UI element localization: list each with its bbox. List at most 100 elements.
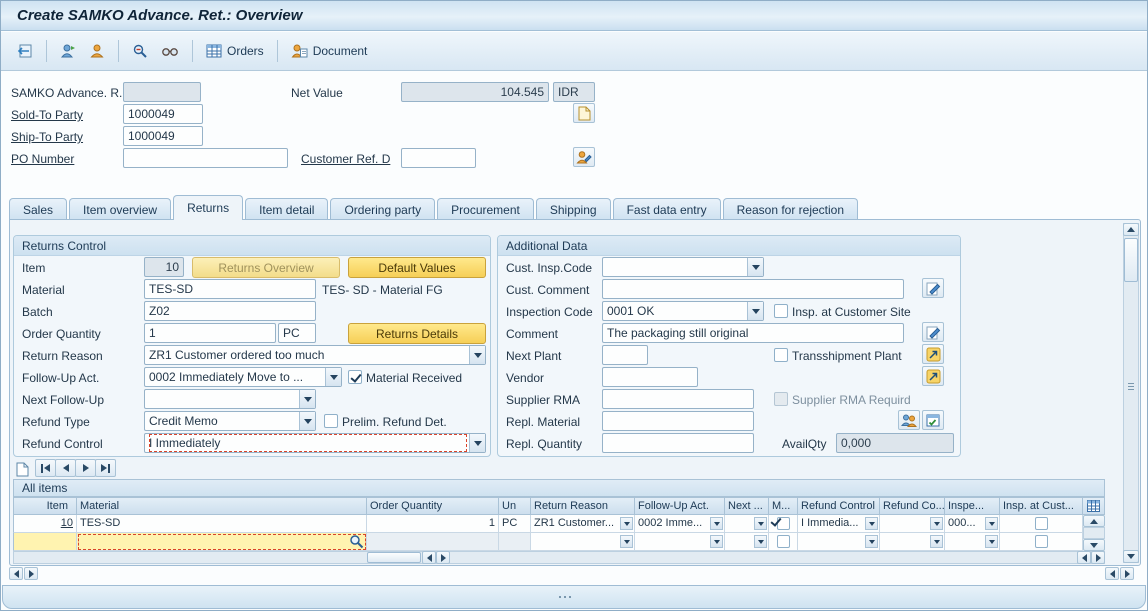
chevron-down-icon[interactable]	[620, 517, 633, 530]
material-received-row-checkbox[interactable]	[777, 535, 790, 548]
order-quantity-unit-field[interactable]: PC	[278, 323, 316, 343]
app-scroll-left-button[interactable]	[9, 567, 23, 580]
table-vscroll-track[interactable]	[1083, 527, 1105, 539]
tab-sales[interactable]: Sales	[9, 198, 67, 220]
app-scroll-right-button[interactable]	[24, 567, 38, 580]
refund-control-dropdown[interactable]: I Immediately	[144, 433, 486, 453]
tab-fast-data-entry[interactable]: Fast data entry	[613, 198, 721, 220]
tab-reason-for-rejection[interactable]: Reason for rejection	[723, 198, 858, 220]
cell-refund-control-dropdown[interactable]: I Immedia...	[798, 515, 880, 533]
order-quantity-field[interactable]: 1	[144, 323, 276, 343]
tab-item-overview[interactable]: Item overview	[69, 198, 171, 220]
table-hscroll-track[interactable]	[13, 551, 1105, 564]
panel-scroll-down-button[interactable]	[1123, 550, 1139, 563]
prelim-refund-checkbox[interactable]	[324, 414, 338, 428]
cell-next-dropdown[interactable]	[725, 533, 769, 551]
chevron-down-icon[interactable]	[930, 535, 943, 548]
table-scroll-left-button[interactable]	[422, 551, 436, 564]
cust-comment-field[interactable]	[602, 279, 904, 299]
splitter-grip[interactable]	[1124, 379, 1138, 393]
cell-return-reason-dropdown[interactable]	[531, 533, 635, 551]
column-header-follow-up[interactable]: Follow-Up Act.	[635, 497, 725, 515]
previous-item-button[interactable]	[55, 459, 76, 477]
column-header-order-quantity[interactable]: Order Quantity	[367, 497, 499, 515]
panel-vscroll-thumb[interactable]	[1124, 238, 1138, 282]
table-scroll-left-end-button[interactable]	[1077, 551, 1091, 564]
back-button[interactable]	[11, 38, 38, 64]
column-header-insp-at-cust[interactable]: Insp. at Cust...	[1000, 497, 1083, 515]
cell-refund-co-dropdown[interactable]	[880, 533, 945, 551]
returns-overview-button[interactable]: Returns Overview	[192, 257, 340, 278]
refund-type-dropdown[interactable]: Credit Memo	[144, 411, 316, 431]
partner-edit-button[interactable]	[573, 147, 595, 167]
cell-item[interactable]: 10	[13, 515, 77, 533]
column-header-m[interactable]: M...	[769, 497, 798, 515]
return-reason-dropdown[interactable]: ZR1 Customer ordered too much	[144, 345, 486, 365]
chevron-down-icon[interactable]	[469, 434, 485, 452]
next-item-button[interactable]	[75, 459, 96, 477]
chevron-down-icon[interactable]	[754, 517, 767, 530]
search-help-button[interactable]	[349, 534, 364, 549]
orders-button[interactable]: Orders	[201, 38, 269, 64]
material-field[interactable]: TES-SD	[144, 279, 316, 299]
cell-un[interactable]: PC	[499, 515, 531, 533]
tab-procurement[interactable]: Procurement	[437, 198, 534, 220]
column-header-refund-control[interactable]: Refund Control	[798, 497, 880, 515]
repl-quantity-field[interactable]	[602, 433, 754, 453]
chevron-down-icon[interactable]	[469, 346, 485, 364]
sold-to-party-button[interactable]	[84, 38, 110, 64]
panel-scroll-up-button[interactable]	[1123, 223, 1139, 236]
doc-type-field[interactable]	[123, 82, 201, 102]
material-received-row-checkbox[interactable]	[777, 517, 790, 530]
goto-next-plant-button[interactable]	[922, 344, 944, 364]
tab-returns[interactable]: Returns	[173, 195, 243, 220]
customer-ref-field[interactable]	[401, 148, 476, 168]
batch-field[interactable]: Z02	[144, 301, 316, 321]
app-scroll-left-end-button[interactable]	[1105, 567, 1119, 580]
last-item-button[interactable]	[95, 459, 116, 477]
table-settings-button[interactable]	[1083, 497, 1105, 515]
display-partner-button[interactable]	[55, 38, 81, 64]
cell-order-quantity[interactable]	[367, 533, 499, 551]
partner-determination-button[interactable]	[898, 410, 920, 430]
create-document-button[interactable]	[573, 103, 595, 123]
new-item-button[interactable]	[11, 459, 33, 479]
item-field[interactable]: 10	[144, 257, 184, 277]
sales-summary-button[interactable]	[156, 38, 184, 64]
cell-follow-up-dropdown[interactable]	[635, 533, 725, 551]
supplier-rma-field[interactable]	[602, 389, 754, 409]
table-scroll-up-button[interactable]	[1083, 515, 1105, 527]
chevron-down-icon[interactable]	[299, 390, 315, 408]
chevron-down-icon[interactable]	[299, 412, 315, 430]
cell-material[interactable]: TES-SD	[77, 515, 367, 533]
cell-order-quantity[interactable]: 1	[367, 515, 499, 533]
cell-refund-co-dropdown[interactable]	[880, 515, 945, 533]
follow-up-dropdown[interactable]: 0002 Immediately Move to ...	[144, 367, 342, 387]
sold-to-field[interactable]: 1000049	[123, 104, 203, 124]
chevron-down-icon[interactable]	[620, 535, 633, 548]
chevron-down-icon[interactable]	[865, 535, 878, 548]
comment-edit-button[interactable]	[922, 322, 944, 342]
chevron-down-icon[interactable]	[747, 302, 763, 320]
next-follow-up-dropdown[interactable]	[144, 389, 316, 409]
availability-check-button[interactable]	[922, 410, 944, 430]
chevron-down-icon[interactable]	[710, 535, 723, 548]
table-scroll-right-end-button[interactable]	[1091, 551, 1105, 564]
inspection-code-dropdown[interactable]: 0001 OK	[602, 301, 764, 321]
chevron-down-icon[interactable]	[930, 517, 943, 530]
chevron-down-icon[interactable]	[710, 517, 723, 530]
next-plant-field[interactable]	[602, 345, 648, 365]
app-scroll-right-end-button[interactable]	[1120, 567, 1134, 580]
cust-insp-code-dropdown[interactable]	[602, 257, 764, 277]
cell-inspection-dropdown[interactable]: 000...	[945, 515, 1000, 533]
chevron-down-icon[interactable]	[985, 535, 998, 548]
cell-follow-up-dropdown[interactable]: 0002 Imme...	[635, 515, 725, 533]
returns-details-button[interactable]: Returns Details	[348, 323, 486, 344]
column-header-inspe[interactable]: Inspe...	[945, 497, 1000, 515]
transshipment-checkbox[interactable]	[774, 348, 788, 362]
tab-shipping[interactable]: Shipping	[536, 198, 611, 220]
default-values-button[interactable]: Default Values	[348, 257, 486, 278]
cell-next-dropdown[interactable]	[725, 515, 769, 533]
cell-material[interactable]	[77, 533, 367, 551]
chevron-down-icon[interactable]	[747, 258, 763, 276]
